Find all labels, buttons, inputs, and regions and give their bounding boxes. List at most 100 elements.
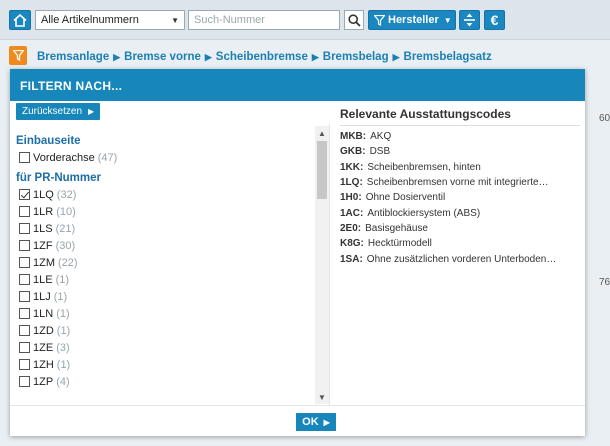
search-input[interactable] [188, 10, 340, 30]
filter-icon [374, 14, 385, 26]
article-select-value: Alle Artikelnummern [41, 14, 139, 26]
code-key: GKB: [340, 146, 366, 158]
option-count: (10) [56, 205, 76, 218]
code-key: 1H0: [340, 192, 362, 204]
option-count: (47) [97, 151, 118, 164]
code-key: MKB: [340, 131, 367, 143]
filter-toggle-button[interactable] [9, 46, 27, 65]
breadcrumb-item[interactable]: Scheibenbremse [216, 51, 308, 63]
checkbox[interactable] [19, 240, 30, 251]
filter-group-title: für PR-Nummer [16, 172, 101, 184]
currency-button[interactable]: € [484, 10, 505, 30]
option-count: (22) [58, 256, 78, 269]
breadcrumb-separator-icon: ▶ [113, 52, 121, 62]
home-button[interactable] [9, 10, 31, 30]
breadcrumb-separator-icon: ▶ [311, 52, 319, 62]
option-count: (1) [55, 273, 70, 286]
equipment-code-row: 1H0: Ohne Dosierventil [340, 190, 580, 205]
checkbox[interactable] [19, 223, 30, 234]
equipment-code-row: 1SA: Ohne zusätzlichen vorderen Unterbode… [340, 251, 580, 266]
scrollbar-thumb[interactable] [317, 141, 327, 199]
filter-option-1zd[interactable]: 1ZD (1) [16, 322, 316, 339]
breadcrumb-bar: Bremsanlage ▶ Bremse vorne ▶ Scheibenbremse ▶… [0, 41, 610, 71]
option-label: 1ZP [33, 375, 54, 388]
reset-button[interactable]: Zurücksetzen ▶ [16, 103, 101, 120]
option-label: 1ZE [33, 341, 54, 354]
code-description: Scheibenbremsen vorne mit integrierte… [366, 177, 549, 189]
breadcrumb-separator-icon: ▶ [204, 52, 212, 62]
scroll-down-icon[interactable]: ▼ [315, 390, 329, 404]
manufacturer-label: Hersteller [388, 14, 439, 26]
search-button[interactable] [344, 10, 364, 30]
checkbox[interactable] [19, 291, 30, 302]
filter-option-1zf[interactable]: 1ZF (30) [16, 237, 316, 254]
checkbox[interactable] [19, 257, 30, 268]
code-key: 2E0: [340, 222, 362, 234]
option-count: (21) [55, 222, 76, 235]
code-key: K8G: [340, 238, 364, 250]
filter-option-1ls[interactable]: 1LS (21) [16, 220, 316, 237]
filter-option-1ln[interactable]: 1LN (1) [16, 305, 316, 322]
checkbox[interactable] [19, 274, 30, 285]
code-key: 1LQ: [340, 177, 363, 189]
code-description: Ohne zusätzlichen vorderen Unterboden… [366, 253, 557, 265]
ok-label: OK [302, 416, 319, 428]
option-count: (1) [53, 290, 68, 303]
equipment-code-row: 1AC: Antiblockiersystem (ABS) [340, 205, 580, 220]
option-label: 1ZH [33, 358, 54, 371]
code-description: AKQ [370, 131, 392, 143]
checkbox-checked[interactable] [19, 189, 30, 200]
checkbox[interactable] [19, 308, 30, 319]
breadcrumb-item[interactable]: Bremse vorne [124, 51, 201, 63]
code-key: 1KK: [340, 161, 364, 173]
code-description: Hecktürmodell [367, 238, 432, 250]
manufacturer-filter-button[interactable]: Hersteller ▼ [368, 10, 456, 30]
filter-option-1lr[interactable]: 1LR (10) [16, 203, 316, 220]
filter-option-1lj[interactable]: 1LJ (1) [16, 288, 316, 305]
checkbox[interactable] [19, 342, 30, 353]
option-label: 1ZD [33, 324, 54, 337]
code-description: DSB [369, 146, 391, 158]
filter-options-panel: Einbauseite Vorderachse (47) für PR-Numm… [10, 123, 330, 405]
breadcrumb-separator-icon: ▶ [392, 52, 400, 62]
filter-option-1zm[interactable]: 1ZM (22) [16, 254, 316, 271]
equipment-code-row: MKB: AKQ [340, 129, 580, 144]
modal-footer: OK ▶ [10, 405, 585, 436]
article-number-select[interactable]: Alle Artikelnummern ▼ [35, 10, 185, 30]
filter-group-title: Einbauseite [16, 135, 81, 147]
filter-option-1zp[interactable]: 1ZP (4) [16, 373, 316, 390]
filter-option-list: Einbauseite Vorderachse (47) für PR-Numm… [16, 131, 316, 390]
equipment-code-list: MKB: AKQ GKB: DSB 1KK: Scheibenbremsen, hin… [340, 129, 580, 267]
home-icon [13, 13, 27, 27]
checkbox[interactable] [19, 325, 30, 336]
filter-option-1zh[interactable]: 1ZH (1) [16, 356, 316, 373]
play-arrow-icon: ▶ [323, 417, 330, 427]
equipment-code-row: 1KK: Scheibenbremsen, hinten [340, 160, 580, 175]
checkbox[interactable] [19, 206, 30, 217]
equipment-codes-panel: Relevante Ausstattungscodes MKB: AKQ GKB:… [340, 107, 580, 267]
checkbox[interactable] [19, 376, 30, 387]
ok-button[interactable]: OK ▶ [296, 413, 336, 431]
breadcrumb-item[interactable]: Bremsbelagsatz [404, 51, 492, 63]
code-key: 1AC: [340, 207, 364, 219]
sort-button[interactable] [459, 10, 480, 30]
equipment-codes-title: Relevante Ausstattungscodes [340, 107, 580, 126]
reset-label: Zurücksetzen [22, 106, 83, 117]
breadcrumb-item[interactable]: Bremsanlage [37, 51, 109, 63]
background-value: 76 [599, 277, 610, 288]
option-label: 1ZF [33, 239, 53, 252]
checkbox[interactable] [19, 359, 30, 370]
filter-option-1ze[interactable]: 1ZE (3) [16, 339, 316, 356]
scroll-up-icon[interactable]: ▲ [315, 126, 329, 140]
option-label: 1LS [33, 222, 53, 235]
breadcrumb-item[interactable]: Bremsbelag [323, 51, 389, 63]
checkbox[interactable] [19, 152, 30, 163]
filter-option-1le[interactable]: 1LE (1) [16, 271, 316, 288]
code-description: Scheibenbremsen, hinten [367, 161, 481, 173]
option-label: 1LQ [33, 188, 54, 201]
filter-option-1lq[interactable]: 1LQ (32) [16, 186, 316, 203]
filter-option-vorderachse[interactable]: Vorderachse (47) [16, 149, 316, 166]
dropdown-arrow-icon: ▼ [171, 15, 179, 25]
scrollbar[interactable]: ▲ ▼ [315, 126, 329, 404]
code-description: Antiblockiersystem (ABS) [367, 207, 481, 219]
